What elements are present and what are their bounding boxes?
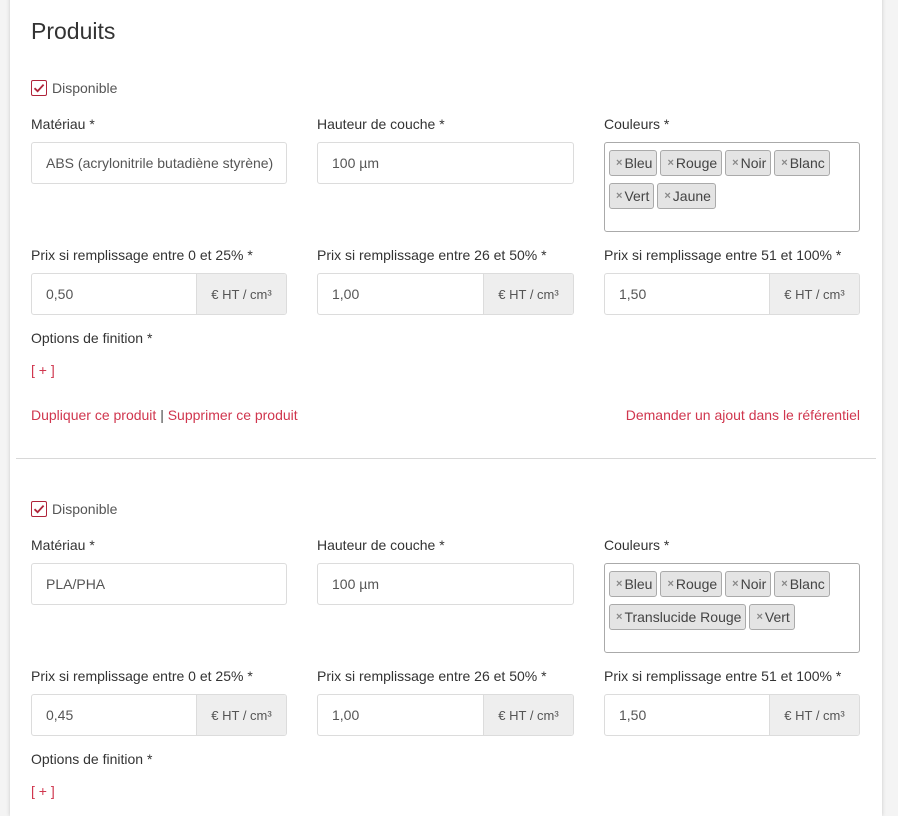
available-label: Disponible (52, 80, 118, 96)
layer-height-input[interactable]: 100 µm (317, 563, 574, 605)
available-checkbox[interactable] (31, 80, 47, 96)
color-tag[interactable]: × Noir (725, 571, 772, 597)
price-26-50-group: 1,00 € HT / cm³ (317, 273, 574, 315)
price-0-25-group: 0,45 € HT / cm³ (31, 694, 287, 736)
color-tag[interactable]: × Blanc (774, 150, 830, 176)
colors-label: Couleurs * (604, 116, 670, 132)
add-finishing-option-link[interactable]: [ + ] (31, 783, 55, 799)
remove-tag-icon[interactable]: × (781, 157, 787, 169)
material-label: Matériau * (31, 537, 95, 553)
color-tag[interactable]: × Rouge (660, 571, 723, 597)
page-title: Produits (31, 18, 116, 44)
available-checkbox-row[interactable]: Disponible (31, 501, 117, 517)
material-input[interactable]: ABS (acrylonitrile butadiène styrène) (31, 142, 287, 184)
price-51-100-group: 1,50 € HT / cm³ (604, 273, 860, 315)
color-tag[interactable]: × Noir (725, 150, 772, 176)
price-26-50-label: Prix si remplissage entre 26 et 50% * (317, 247, 547, 263)
unit-addon: € HT / cm³ (483, 695, 573, 735)
unit-addon: € HT / cm³ (196, 274, 286, 314)
price-26-50-label: Prix si remplissage entre 26 et 50% * (317, 668, 547, 684)
remove-tag-icon[interactable]: × (732, 578, 738, 590)
colors-multiselect[interactable]: × Bleu × Rouge × Noir × Blanc × Vert × Jaune (604, 142, 860, 232)
finishing-options-label: Options de finition * (31, 330, 153, 346)
color-tag[interactable]: × Rouge (660, 150, 723, 176)
layer-height-label: Hauteur de couche * (317, 116, 445, 132)
material-label: Matériau * (31, 116, 95, 132)
price-0-25-label: Prix si remplissage entre 0 et 25% * (31, 668, 253, 684)
check-icon (33, 504, 45, 514)
price-0-25-group: 0,50 € HT / cm³ (31, 273, 287, 315)
price-51-100-input[interactable]: 1,50 (605, 274, 769, 314)
price-26-50-input[interactable]: 1,00 (318, 274, 483, 314)
material-input[interactable]: PLA/PHA (31, 563, 287, 605)
delete-product-link[interactable]: Supprimer ce produit (168, 407, 298, 423)
product-divider (16, 458, 876, 459)
unit-addon: € HT / cm³ (196, 695, 286, 735)
remove-tag-icon[interactable]: × (616, 578, 622, 590)
remove-tag-icon[interactable]: × (756, 611, 762, 623)
colors-multiselect[interactable]: × Bleu × Rouge × Noir × Blanc × Translucide Rouge… (604, 563, 860, 653)
layer-height-label: Hauteur de couche * (317, 537, 445, 553)
color-tag[interactable]: × Bleu (609, 150, 658, 176)
price-51-100-label: Prix si remplissage entre 51 et 100% * (604, 668, 842, 684)
price-0-25-input[interactable]: 0,45 (32, 695, 196, 735)
remove-tag-icon[interactable]: × (616, 611, 622, 623)
price-51-100-input[interactable]: 1,50 (605, 695, 769, 735)
duplicate-product-link[interactable]: Dupliquer ce produit (31, 407, 156, 423)
remove-tag-icon[interactable]: × (664, 190, 670, 202)
remove-tag-icon[interactable]: × (667, 578, 673, 590)
price-26-50-group: 1,00 € HT / cm³ (317, 694, 574, 736)
available-checkbox[interactable] (31, 501, 47, 517)
unit-addon: € HT / cm³ (483, 274, 573, 314)
products-card: Produits Disponible Matériau * Hauteur d… (10, 0, 882, 816)
actions-separator: | (160, 407, 164, 423)
color-tag[interactable]: × Bleu (609, 571, 658, 597)
unit-addon: € HT / cm³ (769, 274, 859, 314)
color-tag[interactable]: × Jaune (657, 183, 716, 209)
add-finishing-option-link[interactable]: [ + ] (31, 362, 55, 378)
color-tag[interactable]: × Vert (609, 183, 655, 209)
remove-tag-icon[interactable]: × (667, 157, 673, 169)
price-51-100-label: Prix si remplissage entre 51 et 100% * (604, 247, 842, 263)
unit-addon: € HT / cm³ (769, 695, 859, 735)
price-51-100-group: 1,50 € HT / cm³ (604, 694, 860, 736)
remove-tag-icon[interactable]: × (732, 157, 738, 169)
remove-tag-icon[interactable]: × (616, 190, 622, 202)
finishing-options-label: Options de finition * (31, 751, 153, 767)
colors-label: Couleurs * (604, 537, 670, 553)
price-26-50-input[interactable]: 1,00 (318, 695, 483, 735)
price-0-25-input[interactable]: 0,50 (32, 274, 196, 314)
check-icon (33, 83, 45, 93)
remove-tag-icon[interactable]: × (781, 578, 787, 590)
color-tag[interactable]: × Translucide Rouge (609, 604, 747, 630)
layer-height-input[interactable]: 100 µm (317, 142, 574, 184)
available-checkbox-row[interactable]: Disponible (31, 80, 117, 96)
request-add-link[interactable]: Demander un ajout dans le référentiel (626, 407, 860, 423)
remove-tag-icon[interactable]: × (616, 157, 622, 169)
available-label: Disponible (52, 501, 118, 517)
color-tag[interactable]: × Blanc (774, 571, 830, 597)
color-tag[interactable]: × Vert (749, 604, 795, 630)
product-actions: Dupliquer ce produit | Supprimer ce prod… (31, 407, 298, 423)
price-0-25-label: Prix si remplissage entre 0 et 25% * (31, 247, 253, 263)
